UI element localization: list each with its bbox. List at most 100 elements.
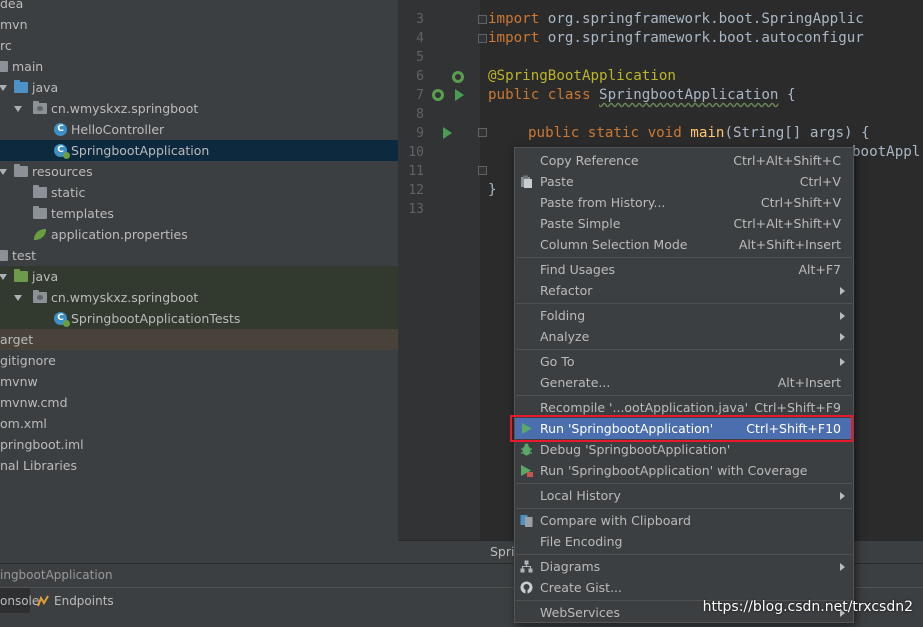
spring-class-icon: C: [54, 144, 70, 159]
test-class-icon: C: [54, 312, 70, 327]
tree-item-package[interactable]: cn.wmyskxz.springboot: [0, 98, 398, 119]
folder-icon: [0, 61, 8, 72]
tree-item-mvnw-cmd[interactable]: mvnw.cmd: [0, 392, 398, 413]
code-line-12: }: [488, 182, 497, 198]
folder-icon: [33, 206, 47, 219]
menu-item-copy-reference[interactable]: Copy Reference Ctrl+Alt+Shift+C: [515, 150, 853, 171]
tree-item-test-java[interactable]: java: [0, 266, 398, 287]
run-config-label: ingbootApplication: [0, 568, 113, 582]
endpoints-icon: [37, 595, 49, 607]
spring-leaf-icon: [34, 229, 46, 240]
fold-marker-icon[interactable]: [478, 34, 487, 43]
menu-item-paste[interactable]: Paste Ctrl+V: [515, 171, 853, 192]
run-gutter-icon[interactable]: [455, 89, 464, 101]
menu-item-diagrams[interactable]: Diagrams: [515, 556, 853, 577]
spring-bean-icon[interactable]: [432, 89, 444, 101]
context-menu: Copy Reference Ctrl+Alt+Shift+C Paste Ct…: [514, 147, 854, 623]
chevron-down-icon[interactable]: [0, 266, 8, 287]
submenu-arrow-icon: [840, 563, 845, 571]
menu-item-find-usages[interactable]: Find Usages Alt+F7: [515, 259, 853, 280]
menu-item-go-to[interactable]: Go To: [515, 351, 853, 372]
menu-item-folding[interactable]: Folding: [515, 305, 853, 326]
coverage-icon: [521, 465, 533, 477]
menu-separator: [516, 257, 852, 258]
menu-item-paste-simple[interactable]: Paste Simple Ctrl+Alt+Shift+V: [515, 213, 853, 234]
chevron-down-icon[interactable]: [13, 287, 23, 308]
menu-separator: [516, 349, 852, 350]
tree-item-hello-controller[interactable]: C HelloController: [0, 119, 398, 140]
tree-item-springboot-application[interactable]: C SpringbootApplication: [0, 140, 398, 161]
tree-item-mvnw[interactable]: mvnw: [0, 371, 398, 392]
class-icon: C: [54, 123, 67, 136]
tree-item-tests-class[interactable]: C SpringbootApplicationTests: [0, 308, 398, 329]
tree-item-target[interactable]: arget: [0, 329, 398, 350]
tree-item-main[interactable]: main: [0, 56, 398, 77]
submenu-arrow-icon: [840, 358, 845, 366]
tree-item-external-libraries[interactable]: nal Libraries: [0, 455, 398, 476]
menu-item-refactor[interactable]: Refactor: [515, 280, 853, 301]
run-gutter-icon[interactable]: [443, 127, 452, 139]
tree-item-application-properties[interactable]: application.properties: [0, 224, 398, 245]
submenu-arrow-icon: [840, 333, 845, 341]
line-number: 3: [416, 12, 424, 27]
menu-item-run-with-coverage[interactable]: Run 'SpringbootApplication' with Coverag…: [515, 460, 853, 481]
submenu-arrow-icon: [840, 312, 845, 320]
chevron-down-icon[interactable]: [13, 98, 23, 119]
tree-item-static[interactable]: static: [0, 182, 398, 203]
chevron-down-icon[interactable]: [0, 161, 8, 182]
debug-icon: [521, 443, 532, 456]
submenu-arrow-icon: [840, 287, 845, 295]
fold-marker-icon[interactable]: [478, 15, 487, 24]
tree-item-java[interactable]: java: [0, 77, 398, 98]
menu-item-debug[interactable]: Debug 'SpringbootApplication': [515, 439, 853, 460]
line-number: 5: [416, 50, 424, 65]
menu-separator: [516, 508, 852, 509]
code-line-10-fragment: bootAppl: [852, 144, 921, 160]
github-icon: [520, 581, 533, 594]
watermark: https://blog.csdn.net/trxcsdn2: [702, 599, 913, 615]
spring-bean-icon[interactable]: [452, 71, 464, 83]
fold-marker-icon[interactable]: [478, 128, 487, 137]
menu-item-generate[interactable]: Generate... Alt+Insert: [515, 372, 853, 393]
chevron-down-icon[interactable]: [0, 77, 8, 98]
menu-item-paste-from-history[interactable]: Paste from History... Ctrl+Shift+V: [515, 192, 853, 213]
fold-marker-icon[interactable]: [478, 166, 487, 175]
tree-item-templates[interactable]: templates: [0, 203, 398, 224]
menu-item-file-encoding[interactable]: File Encoding: [515, 531, 853, 552]
source-folder-icon: [14, 80, 28, 93]
code-line-7: public class SpringbootApplication {: [488, 87, 796, 103]
line-number: 4: [416, 31, 424, 46]
compare-icon: [520, 515, 533, 527]
tree-item-src[interactable]: rc: [0, 35, 398, 56]
menu-item-local-history[interactable]: Local History: [515, 485, 853, 506]
package-icon: [33, 290, 47, 303]
code-line-9: public static void main(String[] args) {: [528, 125, 870, 141]
menu-item-analyze[interactable]: Analyze: [515, 326, 853, 347]
paste-icon: [521, 175, 532, 188]
code-line-3: import org.springframework.boot.SpringAp…: [488, 11, 864, 27]
menu-item-create-gist[interactable]: Create Gist...: [515, 577, 853, 598]
line-number: 9: [416, 126, 424, 141]
menu-item-compare-with-clipboard[interactable]: Compare with Clipboard: [515, 510, 853, 531]
tree-item-iml[interactable]: pringboot.iml: [0, 434, 398, 455]
menu-separator: [516, 554, 852, 555]
menu-separator: [516, 303, 852, 304]
line-number: 7: [416, 88, 424, 103]
tab-endpoints[interactable]: Endpoints: [33, 588, 114, 614]
code-line-6: @SpringBootApplication: [488, 68, 676, 84]
tree-item-mvn[interactable]: mvn: [0, 14, 398, 35]
tree-item-gitignore[interactable]: gitignore: [0, 350, 398, 371]
tree-item-test-package[interactable]: cn.wmyskxz.springboot: [0, 287, 398, 308]
tree-item-resources[interactable]: resources: [0, 161, 398, 182]
highlight-annotation-box: [510, 415, 853, 442]
breadcrumb[interactable]: Spri: [490, 544, 514, 559]
tab-console[interactable]: onsole: [0, 588, 39, 614]
diagram-icon: [520, 560, 533, 573]
tree-item-idea[interactable]: dea: [0, 0, 398, 14]
folder-icon: [0, 250, 8, 261]
tree-item-test[interactable]: test: [0, 245, 398, 266]
menu-item-column-selection-mode[interactable]: Column Selection Mode Alt+Shift+Insert: [515, 234, 853, 255]
tree-item-pom[interactable]: om.xml: [0, 413, 398, 434]
folder-icon: [33, 185, 47, 198]
package-icon: [33, 101, 47, 114]
